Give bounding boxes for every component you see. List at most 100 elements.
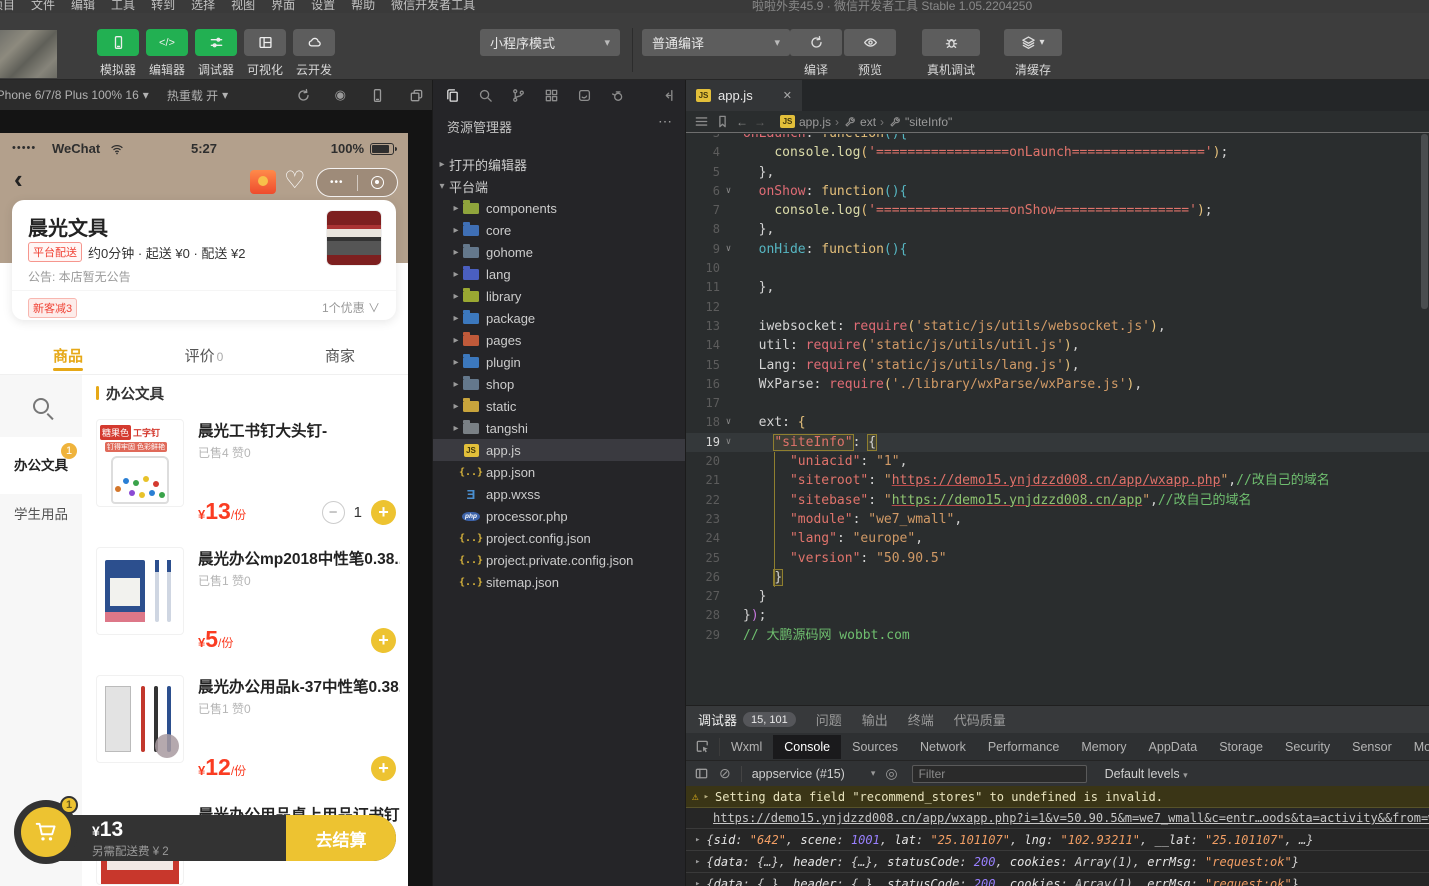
code-line[interactable]: 19∨ "siteInfo": { xyxy=(686,433,1429,452)
code-line[interactable]: 6∨ onShow: function(){ xyxy=(686,182,1429,201)
code-line[interactable]: 21 "siteroot": "https://demo15.ynjdzzd00… xyxy=(686,471,1429,490)
fold-icon[interactable]: ∨ xyxy=(720,413,737,432)
menu-item[interactable]: 选择 xyxy=(183,0,223,13)
breadcrumb-item[interactable]: ext› xyxy=(844,115,884,129)
toolbar-button-code[interactable]: </>编辑器 xyxy=(145,29,189,78)
back-button[interactable]: ‹ xyxy=(14,164,23,195)
code-line[interactable]: 16 WxParse: require('./library/wxParse/w… xyxy=(686,375,1429,394)
menu-item[interactable]: 工具 xyxy=(103,0,143,13)
action-button-bug[interactable]: 真机调试 xyxy=(922,29,980,78)
tree-file[interactable]: phpprocessor.php xyxy=(433,505,685,527)
breadcrumb-item[interactable]: "siteInfo" xyxy=(889,115,952,129)
stop-icon[interactable]: ◉ xyxy=(335,87,346,103)
action-button-refresh[interactable]: 编译 xyxy=(790,29,842,78)
add-to-cart-button[interactable]: + xyxy=(371,756,396,781)
files-icon[interactable] xyxy=(445,88,460,103)
debugger-tab[interactable]: 问题 xyxy=(816,710,842,729)
code-line[interactable]: 17 xyxy=(686,394,1429,413)
action-button-eye[interactable]: 预览 xyxy=(844,29,896,78)
tree-folder[interactable]: ▸components xyxy=(433,197,685,219)
tree-file[interactable]: Ǝapp.wxss xyxy=(433,483,685,505)
tree-folder[interactable]: ▸gohome xyxy=(433,241,685,263)
code-line[interactable]: 8 }, xyxy=(686,220,1429,239)
code-line[interactable]: 14 util: require('static/js/utils/util.j… xyxy=(686,336,1429,355)
menu-item[interactable]: 微信开发者工具 xyxy=(383,0,483,13)
navigate-back-icon[interactable]: ← xyxy=(736,115,748,129)
code-line[interactable]: 23 "module": "we7_wmall", xyxy=(686,510,1429,529)
tree-file[interactable]: JSapp.js xyxy=(433,439,685,461)
editor-scrollbar[interactable] xyxy=(1421,134,1428,309)
more-actions-icon[interactable]: ⋯ xyxy=(658,113,673,130)
code-line[interactable]: 20 "uniacid": "1", xyxy=(686,452,1429,471)
decrease-quantity-button[interactable]: − xyxy=(322,501,345,524)
code-line[interactable]: 18∨ ext: { xyxy=(686,413,1429,432)
toolbar-button-layout[interactable]: 可视化 xyxy=(243,29,287,78)
code-line[interactable]: 9∨ onHide: function(){ xyxy=(686,240,1429,259)
collapse-sidebar-icon[interactable] xyxy=(660,88,675,103)
menu-item[interactable]: 帮助 xyxy=(343,0,383,13)
devtools-tab-mock[interactable]: Mock xyxy=(1403,735,1429,759)
expand-icon[interactable]: ▸ xyxy=(704,792,709,802)
menu-item[interactable]: 视图 xyxy=(223,0,263,13)
bookmark-icon[interactable] xyxy=(715,114,730,129)
category-search[interactable] xyxy=(0,375,82,437)
code-line[interactable]: 3onLaunch: function(){ xyxy=(686,134,1429,143)
code-line[interactable]: 26 } xyxy=(686,568,1429,587)
log-levels-select[interactable]: Default levels ▾ xyxy=(1105,767,1188,781)
debugger-tab[interactable]: 输出 xyxy=(862,710,888,729)
search-icon[interactable] xyxy=(478,88,493,103)
outline-icon[interactable] xyxy=(694,114,709,129)
expand-icon[interactable]: ▸ xyxy=(695,857,700,867)
devtools-tab-storage[interactable]: Storage xyxy=(1208,735,1274,759)
code-line[interactable]: 4 console.log('=================onLaunch… xyxy=(686,143,1429,162)
action-button-layers[interactable]: ▾清缓存 xyxy=(1004,29,1062,78)
code-line[interactable]: 12 xyxy=(686,298,1429,317)
tree-folder[interactable]: ▸pages xyxy=(433,329,685,351)
toolbar-button-cloud[interactable]: 云开发 xyxy=(292,29,336,78)
menu-item[interactable]: 界面 xyxy=(263,0,303,13)
menu-item[interactable]: 转到 xyxy=(143,0,183,13)
device-frame-icon[interactable] xyxy=(370,88,385,103)
expand-icon[interactable]: ▸ xyxy=(695,835,700,845)
devtools-tab-sources[interactable]: Sources xyxy=(841,735,909,759)
hot-reload-select[interactable]: 热重载 开 ▾ xyxy=(167,87,228,104)
red-packet-icon[interactable] xyxy=(250,170,276,194)
devtools-tab-performance[interactable]: Performance xyxy=(977,735,1071,759)
devtools-tab-sensor[interactable]: Sensor xyxy=(1341,735,1403,759)
devtools-tab-appdata[interactable]: AppData xyxy=(1138,735,1209,759)
navigate-forward-icon[interactable]: → xyxy=(754,115,766,129)
expand-icon[interactable]: ▸ xyxy=(695,879,700,886)
devtools-tab-console[interactable]: Console xyxy=(773,735,841,759)
menu-item[interactable]: 文件 xyxy=(23,0,63,13)
debugger-tab[interactable]: 调试器15, 101 xyxy=(698,710,796,729)
add-to-cart-button[interactable]: + xyxy=(371,500,396,525)
devtools-tab-wxml[interactable]: Wxml xyxy=(720,735,773,759)
code-line[interactable]: 27 } xyxy=(686,587,1429,606)
code-line[interactable]: 24 "lang": "europe", xyxy=(686,529,1429,548)
tree-file[interactable]: {..}sitemap.json xyxy=(433,571,685,593)
explorer-section[interactable]: ▾平台端 xyxy=(433,175,685,197)
more-menu-icon[interactable]: ••• xyxy=(317,177,357,188)
restart-icon[interactable] xyxy=(296,88,311,103)
explorer-section[interactable]: ▸打开的编辑器 xyxy=(433,153,685,175)
code-line[interactable]: 13 iwebsocket: require('static/js/utils/… xyxy=(686,317,1429,336)
tree-folder[interactable]: ▸tangshi xyxy=(433,417,685,439)
category-item[interactable]: 办公文具1 xyxy=(0,437,82,494)
menu-item[interactable]: 项目 xyxy=(0,0,23,13)
code-line[interactable]: 5 }, xyxy=(686,163,1429,182)
compile-mode-select[interactable]: 普通编译 ▾ xyxy=(642,29,790,56)
fold-icon[interactable]: ∨ xyxy=(720,182,737,201)
add-to-cart-button[interactable]: + xyxy=(371,628,396,653)
console-sidebar-icon[interactable] xyxy=(694,766,709,781)
tree-file[interactable]: {..}project.private.config.json xyxy=(433,549,685,571)
code-line[interactable]: 25 "version": "50.90.5" xyxy=(686,549,1429,568)
mode-select[interactable]: 小程序模式 ▾ xyxy=(480,29,620,56)
code-line[interactable]: 15 Lang: require('static/js/utils/lang.j… xyxy=(686,356,1429,375)
tree-folder[interactable]: ▸shop xyxy=(433,373,685,395)
code-line[interactable]: 29// 大鹏源码网 wobbt.com xyxy=(686,626,1429,645)
device-select[interactable]: iPhone 6/7/8 Plus 100% 16 ▾ xyxy=(0,88,149,102)
devtools-tab-network[interactable]: Network xyxy=(909,735,977,759)
toolbar-button-phone[interactable]: 模拟器 xyxy=(96,29,140,78)
live-expression-icon[interactable]: ◎ xyxy=(885,765,897,782)
breadcrumb-item[interactable]: JSapp.js› xyxy=(780,115,839,129)
